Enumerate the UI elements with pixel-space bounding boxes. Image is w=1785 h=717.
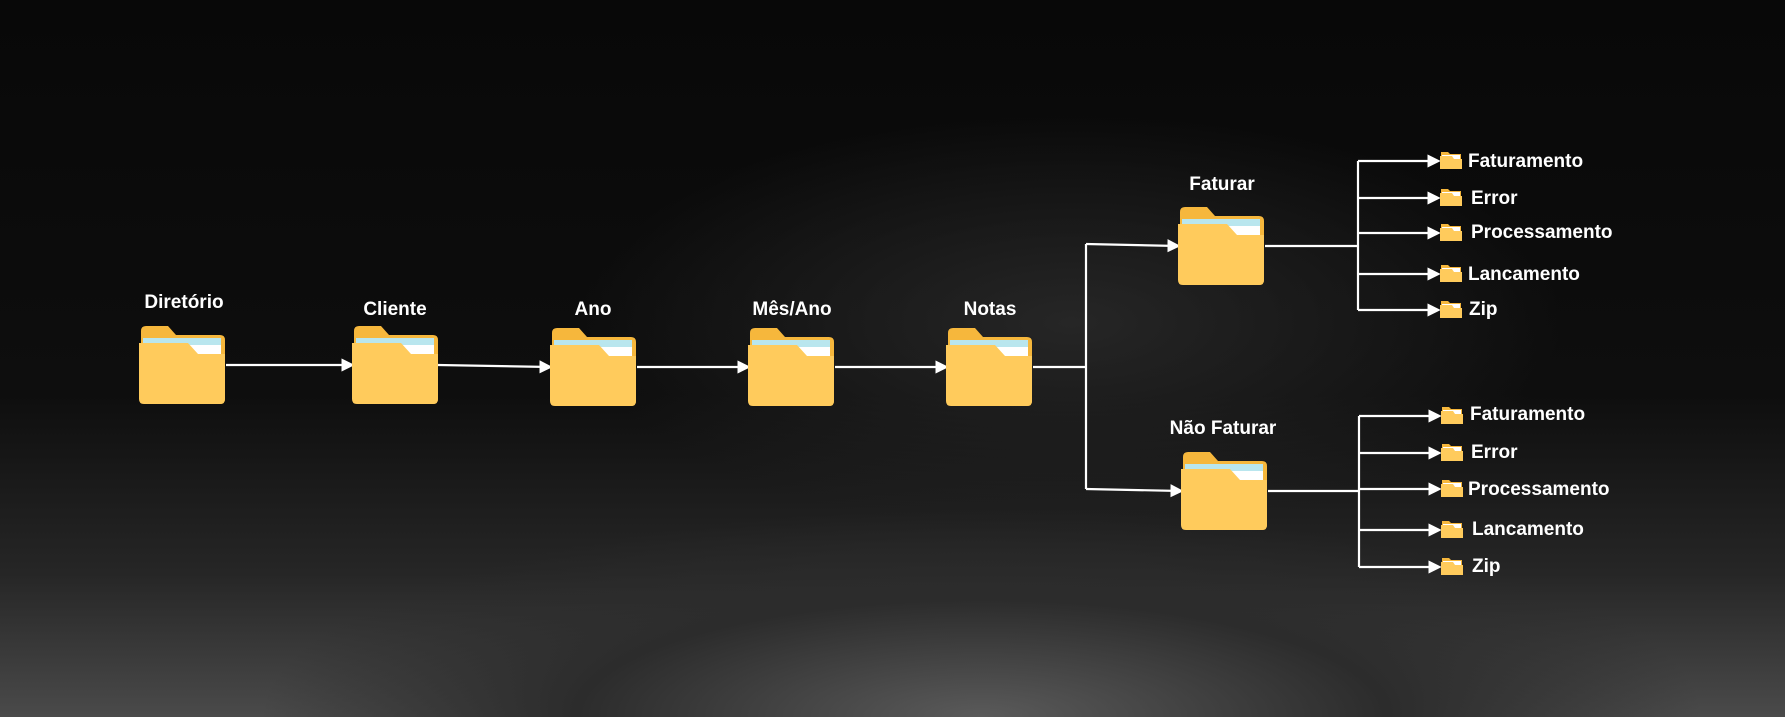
arrow-cliente-ano xyxy=(437,360,553,374)
small-folder-icon xyxy=(1440,265,1462,282)
small-folder-icon xyxy=(1441,444,1463,461)
folder-icon xyxy=(1181,452,1267,530)
node-label-faturar: Faturar xyxy=(1189,174,1255,195)
small-folder-icon xyxy=(1440,301,1462,318)
small-folder-icon xyxy=(1440,152,1462,169)
small-folder-icon xyxy=(1441,521,1463,538)
folder-icon xyxy=(139,326,225,404)
node-label-nao-faturar: Não Faturar xyxy=(1169,418,1277,439)
arrow-notas-faturar xyxy=(1085,239,1181,253)
small-folder-icon xyxy=(1441,480,1463,497)
nao-faturar-child-label: Processamento xyxy=(1468,479,1610,500)
faturar-child-label: Processamento xyxy=(1471,222,1613,243)
folder-icon xyxy=(1178,207,1264,285)
faturar-child-label: Error xyxy=(1471,188,1518,209)
node-label-ano: Ano xyxy=(574,299,612,320)
folder-icon xyxy=(946,328,1032,406)
connector-layer xyxy=(226,154,1442,574)
node-label-cliente: Cliente xyxy=(363,299,427,320)
node-label-diretorio: Diretório xyxy=(144,292,224,313)
folder-icon xyxy=(352,326,438,404)
faturar-child-label: Faturamento xyxy=(1468,151,1584,172)
folder-icon xyxy=(550,328,636,406)
small-folder-icon xyxy=(1440,224,1462,241)
faturar-child-label: Zip xyxy=(1469,299,1498,320)
small-folder-icon xyxy=(1441,407,1463,424)
node-label-notas: Notas xyxy=(963,299,1017,320)
folder-icon xyxy=(748,328,834,406)
small-folder-icon xyxy=(1441,558,1463,575)
nao-faturar-child-label: Error xyxy=(1471,442,1518,463)
faturar-child-label: Lancamento xyxy=(1468,264,1580,285)
nao-faturar-child-label: Zip xyxy=(1472,556,1501,577)
nao-faturar-child-label: Faturamento xyxy=(1470,404,1586,425)
node-label-mes-ano: Mês/Ano xyxy=(752,299,832,320)
small-folder-icon xyxy=(1440,189,1462,206)
nao-faturar-child-label: Lancamento xyxy=(1472,519,1584,540)
arrow-notas-naofaturar xyxy=(1085,484,1184,498)
